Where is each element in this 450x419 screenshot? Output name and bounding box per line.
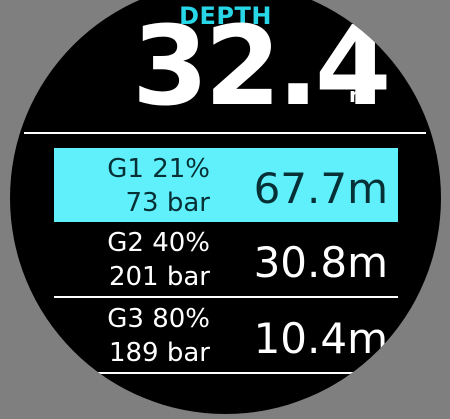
gas-row-g3[interactable]: G3 80% 189 bar 10.4m (54, 298, 398, 372)
dive-computer-screen: DEPTH 32.4 m G1 21% 73 bar 67.7m G2 40% … (0, 0, 450, 419)
gas-mod: 67.7m (253, 164, 388, 213)
gas-pressure: 189 bar (108, 338, 210, 368)
gas-row-g2[interactable]: G2 40% 201 bar 30.8m (54, 222, 398, 296)
depth-unit: m (349, 83, 370, 107)
gas-mod: 30.8m (253, 238, 388, 287)
gas-name: G3 80% (107, 304, 210, 334)
gas-mod: 10.4m (253, 314, 388, 363)
gas-pressure: 201 bar (108, 262, 210, 292)
gas-row-g1[interactable]: G1 21% 73 bar 67.7m (54, 148, 398, 222)
gas-pressure: 73 bar (125, 188, 210, 218)
divider-bottom (54, 372, 398, 374)
gas-name: G2 40% (107, 228, 210, 258)
display-dial: DEPTH 32.4 m G1 21% 73 bar 67.7m G2 40% … (10, 0, 441, 414)
gas-name: G1 21% (107, 154, 210, 184)
divider-top (24, 132, 426, 134)
